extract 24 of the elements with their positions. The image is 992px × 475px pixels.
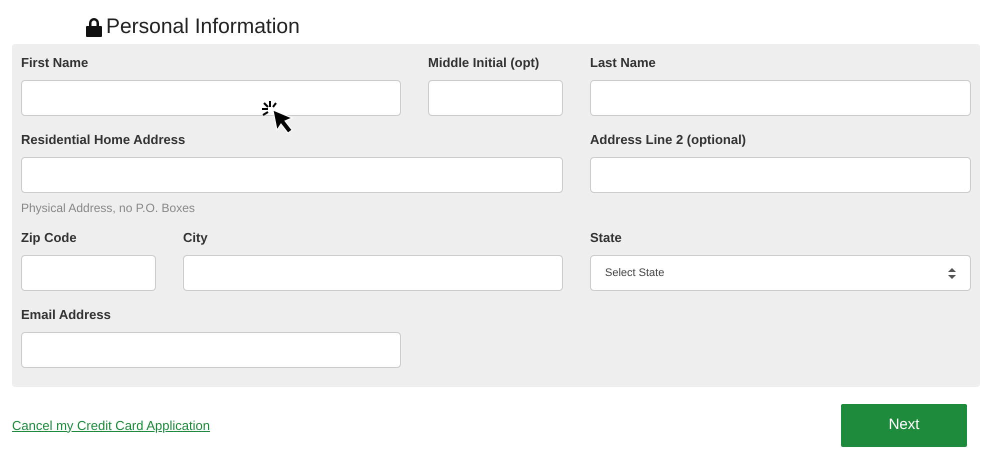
field-label: Email Address [21, 306, 111, 323]
field-label: City [183, 229, 208, 246]
text-field[interactable] [21, 80, 401, 116]
state-select[interactable]: Select State [590, 255, 971, 291]
text-field[interactable] [428, 80, 563, 116]
help-text: Physical Address, no P.O. Boxes [21, 200, 195, 217]
text-field[interactable] [21, 255, 156, 291]
text-field[interactable] [590, 157, 971, 193]
field-label: State [590, 229, 622, 246]
text-field[interactable] [21, 332, 401, 368]
text-field[interactable] [21, 157, 563, 193]
cancel-link[interactable]: Cancel my Credit Card Application [12, 416, 210, 436]
text-field[interactable] [183, 255, 563, 291]
field-label: Middle Initial (opt) [428, 54, 540, 71]
lock-icon [86, 17, 102, 37]
text-field[interactable] [590, 80, 971, 116]
next-button[interactable]: Next [841, 404, 967, 447]
field-label: Zip Code [21, 229, 77, 246]
sort-icon [948, 268, 956, 278]
field-label: Last Name [590, 54, 656, 71]
field-label: Residential Home Address [21, 131, 186, 148]
field-label: Address Line 2 (optional) [590, 131, 746, 148]
section-title: Personal Information [106, 14, 300, 40]
field-label: First Name [21, 54, 88, 71]
